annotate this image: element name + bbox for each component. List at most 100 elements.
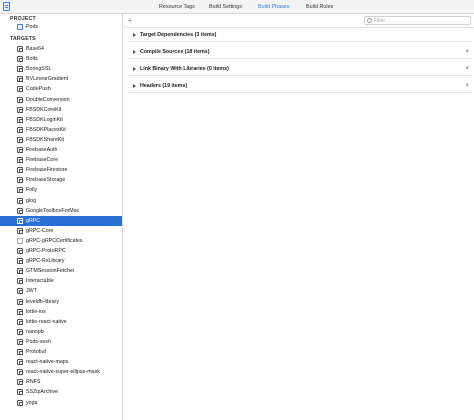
sidebar-item-target[interactable]: DoubleConversion xyxy=(0,95,122,105)
sidebar-item-label: Interactable xyxy=(26,278,54,285)
sidebar-item-target[interactable]: JWT xyxy=(0,286,122,296)
target-icon xyxy=(17,76,23,83)
target-icon xyxy=(17,338,23,345)
target-icon xyxy=(17,86,23,93)
disclosure-triangle-icon[interactable] xyxy=(133,50,136,54)
sidebar-item-target[interactable]: SSZipArchive xyxy=(0,387,122,397)
sidebar-item-target[interactable]: FBSDKCoreKit xyxy=(0,105,122,115)
sidebar-item-label: BVLinearGradient xyxy=(26,76,69,83)
build-phase-row[interactable]: Target Dependencies (3 items) xyxy=(129,29,471,42)
sidebar-item-target[interactable]: Protobuf xyxy=(0,347,122,357)
sidebar-item-label: gRPC-ProtoRPC xyxy=(26,248,66,254)
targets-section-header: TARGETS xyxy=(10,36,36,42)
build-phases-toolbar: + xyxy=(123,14,474,28)
target-icon xyxy=(17,217,23,224)
add-build-phase-button[interactable]: + xyxy=(125,15,135,26)
sidebar-item-target[interactable]: GoogleToolboxForMac xyxy=(0,206,122,216)
target-icon xyxy=(17,248,23,254)
target-icon xyxy=(17,389,23,396)
tab-build-settings[interactable]: Build Settings xyxy=(209,3,242,12)
sidebar-item-target[interactable]: BoringSSL xyxy=(0,64,122,74)
sidebar-item-target[interactable]: Bolts xyxy=(0,54,122,64)
sidebar-item-target[interactable]: FirebaseCore xyxy=(0,155,122,165)
sidebar-item-label: Protobuf xyxy=(26,349,47,355)
sidebar-item-target[interactable]: react-native-super-ellipse-mask xyxy=(0,367,122,377)
sidebar-item-target[interactable]: nanopb xyxy=(0,327,122,337)
sidebar-item-target[interactable]: gRPC-ProtoRPC xyxy=(0,246,122,256)
build-phase-row[interactable]: Headers (19 items) × xyxy=(129,80,471,93)
project-navigator: PROJECT Pods TARGETS Base64 Bolts BoringSS… xyxy=(0,14,123,420)
sidebar-item-target[interactable]: Pods-sesh xyxy=(0,337,122,347)
sidebar-item-target[interactable]: lottie-ios xyxy=(0,307,122,317)
tab-build-phases[interactable]: Build Phases xyxy=(258,3,289,12)
build-phase-row[interactable]: Link Binary With Libraries (0 items) × xyxy=(129,63,471,76)
sidebar-item-target[interactable]: FirebaseFirestore xyxy=(0,165,122,175)
remove-phase-close-icon[interactable]: × xyxy=(465,48,469,56)
sidebar-item-label: FBSDKLoginKit xyxy=(26,116,63,123)
target-icon xyxy=(17,379,23,386)
target-icon xyxy=(17,258,23,265)
remove-phase-close-icon[interactable]: × xyxy=(465,82,469,90)
target-icon xyxy=(17,308,23,315)
sidebar-item-target[interactable]: FBSDKLoginKit xyxy=(0,115,122,125)
target-icon xyxy=(17,157,23,164)
target-icon xyxy=(17,399,23,406)
sidebar-item-target[interactable]: gRPC-RxLibrary xyxy=(0,256,122,266)
build-phase-title: Compile Sources (18 items) xyxy=(140,49,210,55)
disclosure-triangle-icon[interactable] xyxy=(133,33,136,37)
build-phase-row[interactable]: Compile Sources (18 items) × xyxy=(129,46,471,59)
sidebar-item-target[interactable]: leveldb-library xyxy=(0,297,122,307)
sidebar-item-target[interactable]: FBSDKPlacesKit xyxy=(0,125,122,135)
sidebar-item-target[interactable]: react-native-maps xyxy=(0,357,122,367)
build-phase-title: Headers (19 items) xyxy=(140,83,188,89)
sidebar-item-pods-project[interactable]: Pods xyxy=(0,22,122,32)
sidebar-item-target[interactable]: Base64 xyxy=(0,44,122,54)
sidebar-item-target[interactable]: GTMSessionFetcher xyxy=(0,266,122,276)
sidebar-item-target[interactable]: Folly xyxy=(0,185,122,195)
sidebar-item-target[interactable]: RNFS xyxy=(0,377,122,387)
sidebar-item-target[interactable]: gRPC-gRPCCertificates xyxy=(0,236,122,246)
tab-resource-tags[interactable]: Resource Tags xyxy=(159,3,195,12)
sidebar-item-label: FBSDKShareKit xyxy=(26,136,64,143)
build-phase-title: Link Binary With Libraries (0 items) xyxy=(140,66,229,72)
target-icon xyxy=(17,147,23,153)
project-file-icon[interactable] xyxy=(3,2,10,11)
target-icon xyxy=(17,237,23,244)
target-icon xyxy=(17,369,23,376)
target-icon xyxy=(17,349,23,355)
sidebar-item-label: Bolts xyxy=(26,56,38,63)
sidebar-item-label: JWT xyxy=(26,288,37,295)
sidebar-item-target[interactable]: Interactable xyxy=(0,276,122,286)
sidebar-item-target[interactable]: lottie-react-native xyxy=(0,317,122,327)
tab-build-rules[interactable]: Build Rules xyxy=(306,3,333,12)
sidebar-item-label: FirebaseCore xyxy=(26,157,59,164)
sidebar-item-target[interactable]: gRPC xyxy=(0,215,122,226)
target-icon xyxy=(17,96,23,103)
sidebar-item-target[interactable]: BVLinearGradient xyxy=(0,74,122,84)
sidebar-item-target[interactable]: FirebaseStorage xyxy=(0,175,122,185)
sidebar-item-label: nanopb xyxy=(26,328,44,335)
disclosure-triangle-icon[interactable] xyxy=(133,84,136,88)
filter-icon xyxy=(367,18,372,23)
sidebar-item-target[interactable]: CodePush xyxy=(0,84,122,94)
sidebar-item-label: FirebaseStorage xyxy=(26,177,66,184)
target-icon xyxy=(17,167,23,174)
filter-field[interactable] xyxy=(364,16,471,25)
filter-input[interactable] xyxy=(374,17,468,24)
sidebar-item-target[interactable]: yoga xyxy=(0,398,122,408)
sidebar-item-target[interactable]: glog xyxy=(0,196,122,206)
sidebar-item-target[interactable]: FirebaseAuth xyxy=(0,145,122,155)
sidebar-item-label: CodePush xyxy=(26,86,51,93)
target-icon xyxy=(17,288,23,295)
disclosure-triangle-icon[interactable] xyxy=(133,67,136,71)
sidebar-item-label: Pods xyxy=(26,24,39,30)
sidebar-item-target[interactable]: gRPC-Core xyxy=(0,226,122,236)
sidebar-item-label: yoga xyxy=(26,399,38,406)
sidebar-item-label: GTMSessionFetcher xyxy=(26,268,75,275)
target-icon xyxy=(17,116,23,123)
target-icon xyxy=(17,227,23,234)
sidebar-item-target[interactable]: FBSDKShareKit xyxy=(0,135,122,145)
remove-phase-close-icon[interactable]: × xyxy=(465,65,469,73)
sidebar-item-label: FirebaseFirestore xyxy=(26,167,68,174)
target-icon xyxy=(17,136,23,143)
